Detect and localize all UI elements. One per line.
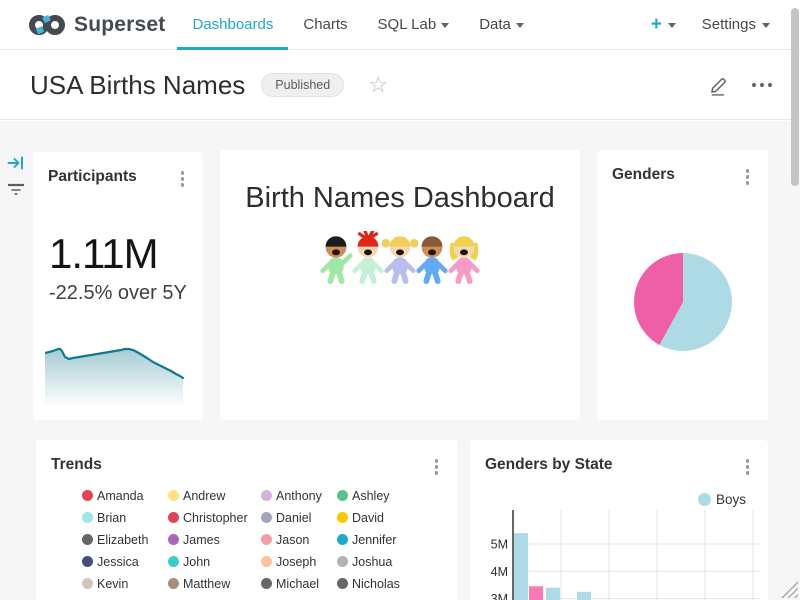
legend-swatch: [168, 534, 179, 545]
legend-item-elizabeth[interactable]: Elizabeth: [82, 533, 168, 547]
header-actions: [708, 74, 776, 96]
filter-icon[interactable]: [7, 183, 25, 197]
edit-pencil-icon[interactable]: [708, 74, 730, 96]
legend-swatch: [337, 578, 348, 589]
kids-illustration: [220, 231, 580, 284]
brand-name: Superset: [74, 13, 165, 37]
legend-swatch: [82, 512, 93, 523]
top-navbar: Superset Dashboards Charts SQL Lab Data …: [0, 0, 800, 50]
card-genders-by-state: Genders by State Boys 5M 4M 3M: [470, 440, 768, 600]
legend-item-ashley[interactable]: Ashley: [337, 489, 417, 503]
legend-item-joshua[interactable]: Joshua: [337, 555, 417, 569]
legend-swatch: [261, 534, 272, 545]
legend-swatch: [337, 556, 348, 567]
trends-legend: Amanda Andrew Anthony Ashley Brian Chris…: [82, 489, 457, 600]
legend-swatch: [82, 556, 93, 567]
legend-item-jennifer[interactable]: Jennifer: [337, 533, 417, 547]
published-badge[interactable]: Published: [261, 73, 344, 97]
superset-logo[interactable]: Superset: [28, 0, 165, 49]
legend-item-jessica[interactable]: Jessica: [82, 555, 168, 569]
legend-swatch: [337, 534, 348, 545]
nav-item-dashboards[interactable]: Dashboards: [177, 0, 288, 49]
superset-infinity-icon: [28, 12, 66, 38]
new-item-button[interactable]: +: [651, 15, 676, 34]
plus-icon: +: [651, 15, 662, 34]
chart-title: Trends: [51, 456, 102, 474]
filter-bar-collapsed: [0, 121, 32, 600]
legend-swatch: [261, 556, 272, 567]
card-genders: Genders: [597, 150, 768, 420]
chart-title: Genders: [612, 166, 675, 184]
nav-right-group: + Settings: [651, 0, 780, 49]
chevron-down-icon: [668, 23, 676, 28]
chevron-down-icon: [516, 23, 524, 28]
kid-figure: [445, 231, 483, 284]
chart-menu-icon[interactable]: [176, 168, 190, 190]
legend-swatch: [168, 578, 179, 589]
legend-swatch: [82, 534, 93, 545]
legend-item-michael[interactable]: Michael: [261, 577, 337, 591]
chart-menu-icon[interactable]: [430, 456, 444, 478]
expand-filter-bar-icon[interactable]: [6, 154, 26, 172]
chevron-down-icon: [441, 23, 449, 28]
legend-item-kevin[interactable]: Kevin: [82, 577, 168, 591]
legend-item-anthony[interactable]: Anthony: [261, 489, 337, 503]
nav-item-sql-lab[interactable]: SQL Lab: [363, 0, 465, 49]
big-number-subheader: -22.5% over 5Y: [49, 282, 203, 305]
legend-swatch: [168, 490, 179, 501]
legend-swatch: [337, 512, 348, 523]
svg-text:5M: 5M: [491, 538, 508, 552]
legend-item-john[interactable]: John: [168, 555, 261, 569]
legend-item-matthew[interactable]: Matthew: [168, 577, 261, 591]
legend-swatch: [82, 578, 93, 589]
legend-swatch: [82, 490, 93, 501]
legend-swatch: [261, 490, 272, 501]
nav-item-data[interactable]: Data: [464, 0, 539, 49]
genders-by-state-bar-chart: 5M 4M 3M: [470, 504, 768, 600]
chart-title: Genders by State: [485, 456, 613, 474]
chevron-down-icon: [762, 23, 770, 28]
legend-swatch: [168, 556, 179, 567]
markdown-heading: Birth Names Dashboard: [220, 182, 580, 215]
legend-item-brian[interactable]: Brian: [82, 511, 168, 525]
favorite-star-icon[interactable]: ☆: [368, 74, 388, 96]
chart-title: Participants: [48, 168, 137, 186]
legend-item-andrew[interactable]: Andrew: [168, 489, 261, 503]
dashboard-header: USA Births Names Published ☆: [0, 51, 800, 120]
vertical-scrollbar[interactable]: [791, 8, 799, 186]
more-actions-icon[interactable]: [748, 79, 776, 91]
legend-item-james[interactable]: James: [168, 533, 261, 547]
card-participants: Participants 1.11M -22.5% over 5Y: [33, 152, 203, 420]
legend-item-jason[interactable]: Jason: [261, 533, 337, 547]
page-title: USA Births Names: [30, 70, 245, 101]
chart-menu-icon[interactable]: [741, 166, 755, 188]
legend-swatch: [261, 512, 272, 523]
card-trends: Trends Amanda Andrew Anthony Ashley Bria…: [36, 440, 457, 600]
superset-app: Superset Dashboards Charts SQL Lab Data …: [0, 0, 800, 600]
card-markdown: Birth Names Dashboard: [220, 150, 580, 420]
legend-swatch: [168, 512, 179, 523]
nav-menu: Dashboards Charts SQL Lab Data: [177, 0, 538, 49]
bar-boys[interactable]: [514, 533, 528, 600]
chart-menu-icon[interactable]: [741, 456, 755, 478]
participants-sparkline-chart[interactable]: [45, 344, 187, 404]
legend-item-daniel[interactable]: Daniel: [261, 511, 337, 525]
legend-item-amanda[interactable]: Amanda: [82, 489, 168, 503]
legend-swatch: [261, 578, 272, 589]
legend-item-joseph[interactable]: Joseph: [261, 555, 337, 569]
big-number-value: 1.11M: [49, 230, 203, 278]
legend-item-nicholas[interactable]: Nicholas: [337, 577, 417, 591]
legend-item-david[interactable]: David: [337, 511, 417, 525]
nav-item-charts[interactable]: Charts: [288, 0, 362, 49]
settings-menu[interactable]: Settings: [702, 16, 770, 33]
bar-boys[interactable]: [546, 588, 560, 600]
svg-text:3M: 3M: [491, 592, 508, 600]
legend-swatch: [337, 490, 348, 501]
bar-boys[interactable]: [577, 592, 591, 600]
bar-girls[interactable]: [529, 586, 543, 600]
svg-text:4M: 4M: [491, 565, 508, 579]
genders-pie-chart[interactable]: [634, 253, 732, 351]
legend-item-christopher[interactable]: Christopher: [168, 511, 261, 525]
